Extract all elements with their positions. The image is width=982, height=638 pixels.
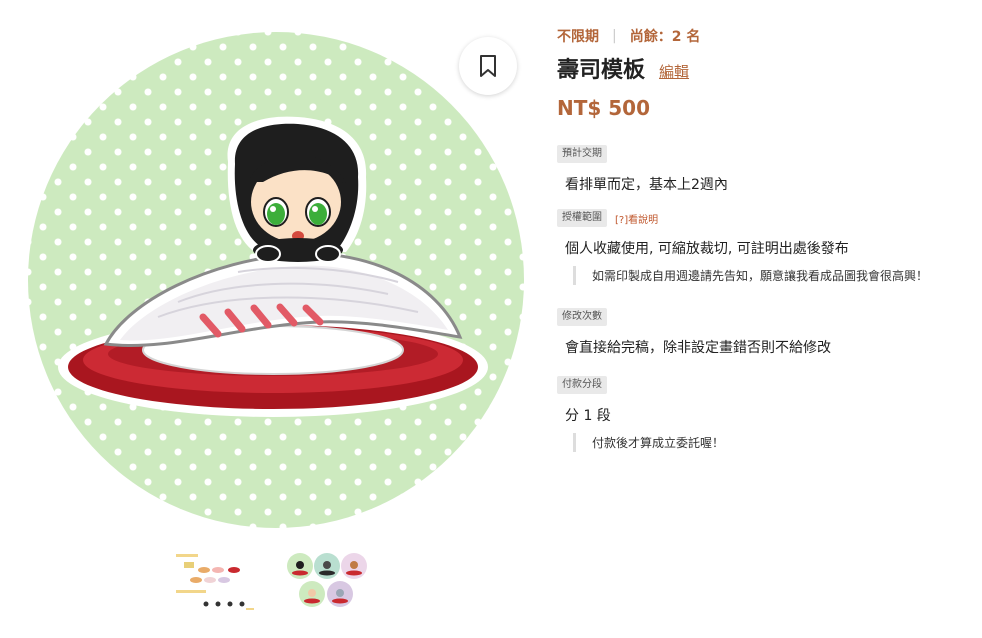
- bookmark-button[interactable]: [459, 37, 517, 95]
- product-price: NT$ 500: [557, 96, 651, 120]
- license-help-link[interactable]: [?]看說明: [615, 211, 658, 226]
- section-tag: 付款分段: [557, 376, 607, 394]
- section-note: 如需印製成自用週邊請先告知，願意讓我看成品圖我會很高興！: [573, 266, 977, 285]
- title-row: 壽司模板 編輯: [557, 52, 977, 84]
- availability-text: 不限期: [557, 29, 599, 45]
- section-revisions: 修改次數 會直接給完稿，除非設定畫錯否則不給修改: [557, 307, 977, 357]
- section-delivery-time: 預計交期 看排單而定，基本上2週內: [557, 144, 977, 194]
- product-meta: 不限期 | 尚餘：2 名: [557, 26, 977, 46]
- product-image: [28, 32, 524, 528]
- thumbnail-template-sheet[interactable]: [176, 552, 256, 612]
- product-title: 壽司模板: [557, 58, 646, 83]
- sushi-character-illustration: [58, 116, 488, 417]
- section-tag: 修改次數: [557, 308, 607, 326]
- section-value: 看排單而定，基本上2週內: [565, 177, 728, 193]
- section-license-scope: 授權範圍 [?]看說明 個人收藏使用, 可縮放裁切, 可註明出處後發布 如需印製…: [557, 208, 977, 285]
- stock-text: 尚餘：2 名: [629, 29, 701, 45]
- meta-separator: |: [612, 28, 617, 44]
- section-note: 付款後才算成立委託喔！: [573, 433, 977, 452]
- section-payment-stages: 付款分段 分 1 段 付款後才算成立委託喔！: [557, 375, 977, 452]
- edit-link[interactable]: 編輯: [659, 61, 689, 82]
- section-value: 分 1 段: [565, 408, 611, 424]
- bookmark-icon: [480, 55, 496, 77]
- section-tag: 預計交期: [557, 145, 607, 163]
- thumbnail-strip: [176, 552, 367, 612]
- section-value: 會直接給完稿，除非設定畫錯否則不給修改: [565, 340, 831, 356]
- thumbnail-character-circles[interactable]: [284, 552, 367, 612]
- product-info: 不限期 | 尚餘：2 名 壽司模板 編輯 NT$ 500 預計交期 看排單而定，…: [557, 26, 977, 452]
- section-tag: 授權範圍: [557, 209, 607, 227]
- section-value: 個人收藏使用, 可縮放裁切, 可註明出處後發布: [565, 241, 849, 257]
